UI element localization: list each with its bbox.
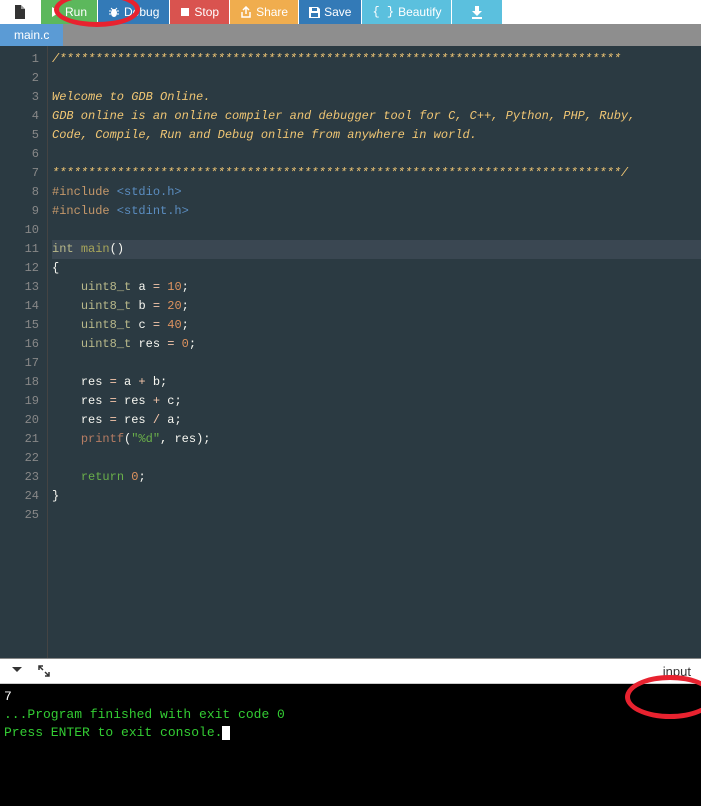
- line-number: 2: [0, 69, 47, 88]
- line-gutter: 1234567891011121314151617181920212223242…: [0, 46, 48, 658]
- debug-label: Debug: [124, 5, 159, 19]
- toolbar: Run Debug Stop Share Save { } Beautify: [0, 0, 701, 24]
- line-number: 20: [0, 411, 47, 430]
- save-button[interactable]: Save: [299, 0, 361, 24]
- code-line: [52, 221, 701, 240]
- stop-label: Stop: [194, 5, 219, 19]
- download-icon: [470, 5, 484, 19]
- chevron-down-icon[interactable]: [10, 665, 24, 677]
- console-line: ...Program finished with exit code 0: [4, 706, 697, 724]
- line-number: 6: [0, 145, 47, 164]
- save-label: Save: [324, 5, 351, 19]
- line-number: 17: [0, 354, 47, 373]
- code-line: int main(): [52, 240, 701, 259]
- new-file-button[interactable]: [0, 0, 40, 24]
- tab-label: main.c: [14, 28, 49, 42]
- code-line: [52, 506, 701, 525]
- line-number: 16: [0, 335, 47, 354]
- line-number: 4: [0, 107, 47, 126]
- comment-line: GDB online is an online compiler and deb…: [52, 109, 635, 123]
- code-line: [52, 354, 701, 373]
- code-line: printf("%d", res);: [52, 430, 701, 449]
- run-button[interactable]: Run: [41, 0, 97, 24]
- line-number: 14: [0, 297, 47, 316]
- line-number: 7: [0, 164, 47, 183]
- line-number: 1: [0, 50, 47, 69]
- tab-main-c[interactable]: main.c: [0, 24, 63, 46]
- include-kw: #include: [52, 204, 110, 218]
- line-number: 12: [0, 259, 47, 278]
- line-number: 9: [0, 202, 47, 221]
- line-number: 19: [0, 392, 47, 411]
- include-header: <stdio.h>: [110, 185, 182, 199]
- line-number: 15: [0, 316, 47, 335]
- console-toolbar: input: [0, 658, 701, 684]
- beautify-button[interactable]: { } Beautify: [362, 0, 451, 24]
- console-output[interactable]: 7 ...Program finished with exit code 0 P…: [0, 684, 701, 806]
- braces-icon: { }: [372, 5, 394, 19]
- code-line: uint8_t a = 10;: [52, 278, 701, 297]
- input-tab-label[interactable]: input: [663, 664, 691, 679]
- code-line: res = res + c;: [52, 392, 701, 411]
- line-number: 23: [0, 468, 47, 487]
- code-line: uint8_t c = 40;: [52, 316, 701, 335]
- line-number: 11: [0, 240, 47, 259]
- editor[interactable]: 1234567891011121314151617181920212223242…: [0, 46, 701, 658]
- line-number: 3: [0, 88, 47, 107]
- code-line: res = a + b;: [52, 373, 701, 392]
- bug-icon: [108, 6, 120, 18]
- line-number: 10: [0, 221, 47, 240]
- comment-line: Code, Compile, Run and Debug online from…: [52, 128, 477, 142]
- code-line: [52, 449, 701, 468]
- console-line: 7: [4, 688, 697, 706]
- beautify-label: Beautify: [398, 5, 441, 19]
- line-number: 18: [0, 373, 47, 392]
- play-icon: [51, 7, 61, 17]
- comment-line: Welcome to GDB Online.: [52, 90, 210, 104]
- comment-line: ****************************************…: [52, 166, 628, 180]
- tab-bar: main.c: [0, 24, 701, 46]
- expand-icon[interactable]: [38, 665, 50, 677]
- file-icon: [14, 5, 26, 19]
- share-icon: [240, 6, 252, 18]
- share-label: Share: [256, 5, 288, 19]
- line-number: 25: [0, 506, 47, 525]
- code-line: uint8_t b = 20;: [52, 297, 701, 316]
- cursor-icon: [222, 726, 230, 740]
- line-number: 13: [0, 278, 47, 297]
- debug-button[interactable]: Debug: [98, 0, 169, 24]
- download-button[interactable]: [452, 0, 502, 24]
- console-line: Press ENTER to exit console.: [4, 724, 697, 742]
- run-label: Run: [65, 5, 87, 19]
- include-kw: #include: [52, 185, 110, 199]
- code-line: }: [52, 487, 701, 506]
- share-button[interactable]: Share: [230, 0, 298, 24]
- code-line: {: [52, 259, 701, 278]
- line-number: 21: [0, 430, 47, 449]
- save-icon: [309, 7, 320, 18]
- stop-button[interactable]: Stop: [170, 0, 229, 24]
- code-line: return 0;: [52, 468, 701, 487]
- line-number: 24: [0, 487, 47, 506]
- code-line: res = res / a;: [52, 411, 701, 430]
- line-number: 5: [0, 126, 47, 145]
- include-header: <stdint.h>: [110, 204, 189, 218]
- stop-icon: [180, 7, 190, 17]
- code-line: uint8_t res = 0;: [52, 335, 701, 354]
- comment-line: /***************************************…: [52, 52, 621, 66]
- line-number: 8: [0, 183, 47, 202]
- code-area[interactable]: /***************************************…: [48, 46, 701, 658]
- line-number: 22: [0, 449, 47, 468]
